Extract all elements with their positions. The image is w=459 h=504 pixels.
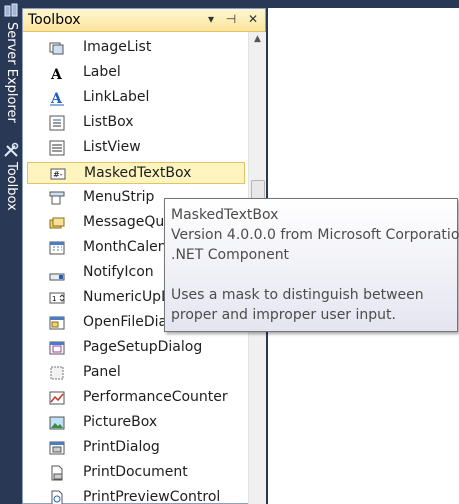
item-label: OpenFileDia: [83, 314, 168, 330]
notifyicon-icon: [49, 273, 65, 281]
toolbox-tab-label: Toolbox: [4, 162, 19, 211]
item-label: PrintDialog: [83, 439, 160, 455]
menustrip-icon: [49, 191, 65, 205]
tooltip-component-type: .NET Component: [171, 247, 290, 263]
side-tab-strip: Server Explorer Toolbox: [0, 0, 22, 504]
item-label: ListBox: [83, 114, 134, 130]
svg-text:A: A: [50, 91, 63, 106]
imagelist-icon: [49, 42, 64, 55]
item-label: NumericUpD: [83, 289, 172, 305]
item-tooltip: MaskedTextBox Version 4.0.0.0 from Micro…: [164, 198, 459, 332]
server-explorer-icon: [4, 3, 18, 17]
item-label: MenuStrip: [83, 189, 155, 205]
printdocument-icon: [51, 465, 63, 481]
toolbox-item-label[interactable]: A Label: [27, 62, 245, 84]
svg-text:#-: #-: [53, 170, 63, 179]
maskedtextbox-icon: #-: [50, 168, 66, 180]
toolbox-item-maskedtextbox[interactable]: #- MaskedTextBox: [27, 162, 245, 184]
toolbox-item-imagelist[interactable]: ImageList: [27, 37, 245, 59]
item-label: PerformanceCounter: [83, 389, 228, 405]
panel-icon: [50, 366, 64, 380]
toolbox-tab[interactable]: Toolbox: [2, 142, 20, 232]
toolbox-item-listview[interactable]: ListView: [27, 137, 245, 159]
item-label: PageSetupDialog: [83, 339, 203, 355]
toolbox-item-printdialog[interactable]: PrintDialog: [27, 437, 245, 459]
listview-icon: [49, 140, 65, 156]
item-label: NotifyIcon: [83, 264, 154, 280]
messagequeue-icon: [49, 217, 65, 229]
printdialog-icon: [49, 441, 65, 455]
toolbox-title: Toolbox: [28, 12, 81, 28]
svg-text:1: 1: [52, 295, 56, 303]
scroll-up-icon[interactable]: ▲: [249, 34, 266, 48]
linklabel-icon: A: [50, 91, 64, 106]
item-label: PrintDocument: [83, 464, 188, 480]
openfiledialog-icon: [49, 316, 65, 330]
item-label: ListView: [83, 139, 141, 155]
item-label: LinkLabel: [83, 89, 150, 105]
performancecounter-icon: [49, 391, 65, 405]
server-explorer-label: Server Explorer: [4, 22, 19, 123]
item-label: PrintPreviewControl: [83, 489, 221, 504]
printpreviewcontrol-icon: [51, 490, 63, 504]
toolbox-item-printdocument[interactable]: PrintDocument: [27, 462, 245, 484]
tooltip-description-2: proper and improper user input.: [171, 307, 396, 323]
item-label: Panel: [83, 364, 121, 380]
toolbox-item-printpreviewcontrol[interactable]: PrintPreviewControl: [27, 487, 245, 504]
item-label: Label: [83, 64, 121, 80]
toolbox-item-performancecounter[interactable]: PerformanceCounter: [27, 387, 245, 409]
server-explorer-tab[interactable]: Server Explorer: [2, 2, 20, 138]
numericupdown-icon: 1: [49, 292, 65, 304]
toolbox-item-pagesetupdialog[interactable]: PageSetupDialog: [27, 337, 245, 359]
tooltip-version: Version 4.0.0.0 from Microsoft Corporati…: [171, 227, 459, 243]
tooltip-description-1: Uses a mask to distinguish between: [171, 287, 424, 303]
item-label: MonthCalen: [83, 239, 167, 255]
pagesetupdialog-icon: [49, 341, 65, 355]
item-label: MessageQue: [83, 214, 173, 230]
item-label: ImageList: [83, 39, 152, 55]
label-icon: A: [50, 67, 63, 81]
listbox-icon: [49, 115, 65, 131]
toolbox-item-picturebox[interactable]: PictureBox: [27, 412, 245, 434]
monthcalendar-icon: [49, 241, 65, 255]
toolbox-item-panel[interactable]: Panel: [27, 362, 245, 384]
toolbox-icon: [4, 142, 19, 157]
item-label: PictureBox: [83, 414, 158, 430]
picturebox-icon: [49, 416, 65, 430]
pin-icon[interactable]: ⊣: [223, 11, 239, 27]
item-label: MaskedTextBox: [84, 165, 192, 181]
toolbox-header: Toolbox ▾ ⊣ ✕: [23, 9, 265, 32]
toolbox-item-linklabel[interactable]: A LinkLabel: [27, 87, 245, 109]
svg-text:A: A: [50, 67, 63, 81]
toolbox-item-listbox[interactable]: ListBox: [27, 112, 245, 134]
tooltip-title: MaskedTextBox: [171, 207, 279, 223]
close-icon[interactable]: ✕: [245, 11, 261, 27]
dropdown-arrow-icon[interactable]: ▾: [203, 11, 219, 27]
